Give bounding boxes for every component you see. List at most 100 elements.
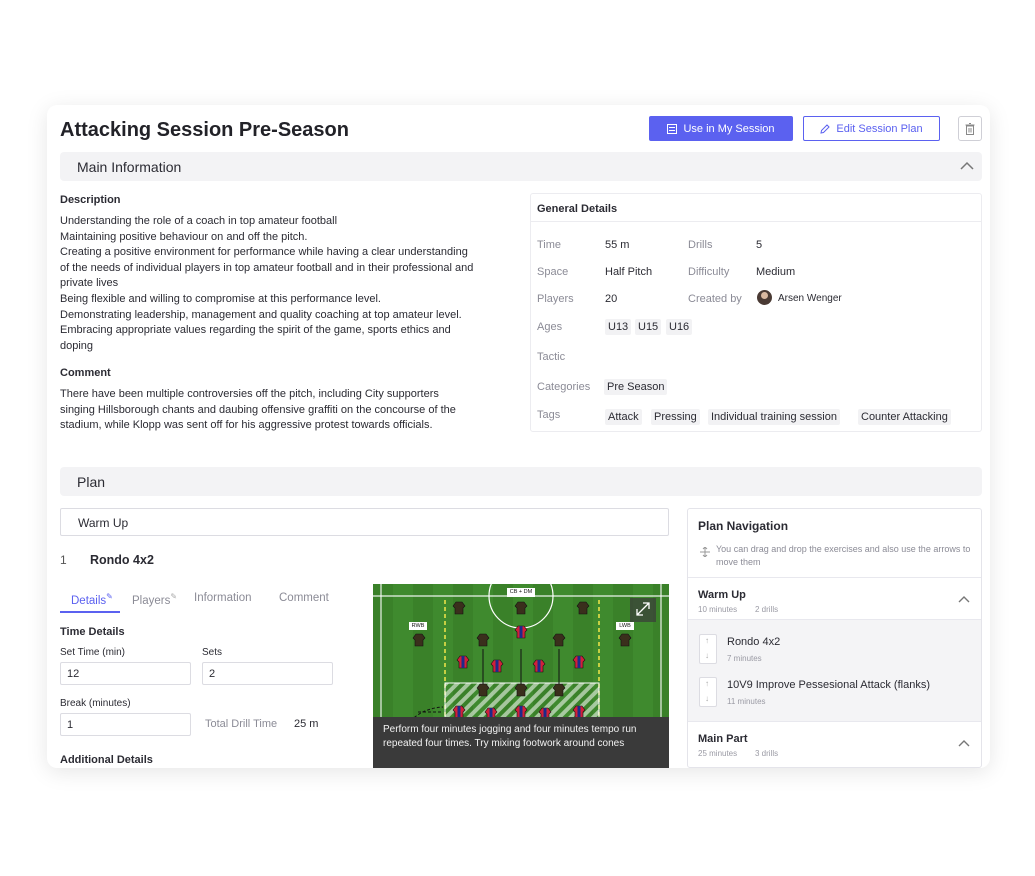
trash-icon	[965, 122, 975, 135]
arrow-up-icon[interactable]: ↑	[705, 636, 709, 645]
use-in-my-session-button[interactable]: Use in My Session	[649, 116, 793, 141]
player-figure	[552, 633, 566, 647]
break-label: Break (minutes)	[60, 698, 131, 709]
tab-comment-label: Comment	[279, 592, 329, 604]
created-by-value[interactable]: Arsen Wenger	[778, 293, 842, 304]
plan-header: Plan	[60, 467, 982, 496]
drill-diagram[interactable]: CB + DM RWB LWB Perform four minutes jog…	[373, 584, 669, 768]
session-plan-card: Attacking Session Pre-Season Use in My S…	[47, 105, 990, 768]
tab-comment[interactable]: Comment	[279, 592, 329, 604]
drills-value: 5	[756, 239, 763, 251]
time-label: Time	[537, 239, 562, 251]
general-details-panel: General Details Time 55 m Drills 5 Space…	[530, 193, 982, 432]
description-line: Understanding the role of a coach in top…	[60, 215, 338, 227]
total-drill-time-label: Total Drill Time	[205, 718, 278, 730]
player-figure	[412, 633, 426, 647]
edit-session-plan-button[interactable]: Edit Session Plan	[803, 116, 940, 141]
description-line: doping	[60, 339, 94, 352]
nav-group-title[interactable]: Main Part	[698, 733, 748, 745]
nav-group-minutes: 10 minutes	[698, 605, 738, 614]
main-information-header[interactable]: Main Information	[60, 152, 982, 181]
player-figure	[618, 633, 632, 647]
player-figure	[490, 659, 504, 673]
nav-drill-minutes: 7 minutes	[727, 654, 762, 663]
nav-drill-title[interactable]: 10V9 Improve Pessesional Attack (flanks)	[727, 679, 930, 691]
categories-label: Categories	[537, 381, 591, 393]
players-label: Players	[537, 293, 574, 305]
ages-label: Ages	[537, 321, 563, 333]
drill-caption: Perform four minutes jogging and four mi…	[373, 717, 669, 768]
avatar	[757, 290, 772, 305]
description-line: Creating a positive environment for perf…	[60, 246, 468, 259]
nav-group-drills: 2 drills	[755, 605, 779, 614]
tag-chip: Individual training session	[708, 409, 840, 425]
tag-chip: Pressing	[651, 409, 700, 425]
player-figure	[476, 633, 490, 647]
comment-line: There have been multiple controversies o…	[60, 388, 439, 400]
created-by-label: Created by	[688, 293, 742, 305]
plan-navigation-title: Plan Navigation	[698, 519, 789, 533]
description-line: Being flexible and willing to compromise…	[60, 292, 381, 305]
comment-text: There have been multiple controversies o…	[60, 387, 520, 434]
chevron-up-icon[interactable]	[958, 595, 970, 603]
chevron-up-icon[interactable]	[960, 161, 974, 170]
category-chip: Pre Season	[604, 379, 668, 395]
set-time-field[interactable]: 12	[60, 662, 191, 685]
pencil-icon: ✎	[170, 592, 178, 601]
reorder-arrows[interactable]: ↑ ↓	[699, 634, 717, 664]
total-drill-time-value: 25 m	[294, 718, 319, 730]
tab-players-label: Players	[132, 594, 171, 607]
drill-number: 1	[60, 553, 67, 567]
arrow-down-icon[interactable]: ↓	[705, 694, 709, 703]
caption-line: repeated four times. Try mixing footwork…	[383, 738, 625, 749]
tab-information[interactable]: Information	[194, 592, 252, 604]
arrow-up-icon[interactable]: ↑	[705, 679, 709, 688]
player-figure	[514, 601, 528, 615]
set-time-label: Set Time (min)	[60, 647, 126, 658]
difficulty-label: Difficulty	[688, 266, 730, 278]
tab-details-label: Details	[71, 594, 107, 607]
tag-chip: Attack	[605, 409, 642, 425]
player-figure	[452, 601, 466, 615]
active-tab-indicator	[60, 611, 120, 613]
tactic-label: Tactic	[537, 351, 566, 363]
comment-label: Comment	[60, 367, 111, 379]
sets-label: Sets	[202, 647, 223, 658]
main-information-title: Main Information	[77, 158, 182, 175]
nav-drill-title[interactable]: Rondo 4x2	[727, 636, 780, 648]
description-text: Understanding the role of a coach in top…	[60, 214, 520, 354]
age-chip: U15	[635, 319, 662, 335]
warm-up-group[interactable]: Warm Up	[60, 508, 669, 536]
divider	[688, 577, 981, 578]
nav-drill-minutes: 11 minutes	[727, 697, 766, 706]
session-icon	[667, 123, 678, 134]
delete-button[interactable]	[958, 116, 982, 141]
description-label: Description	[60, 194, 121, 206]
age-chip: U16	[666, 319, 693, 335]
additional-details-label: Additional Details	[60, 754, 153, 766]
plan-navigation-hint: You can drag and drop the exercises and …	[716, 544, 971, 567]
arrow-down-icon[interactable]: ↓	[705, 651, 709, 660]
difficulty-value: Medium	[756, 266, 796, 278]
player-figure	[576, 601, 590, 615]
plan-title: Plan	[77, 473, 106, 490]
break-field[interactable]: 1	[60, 713, 191, 736]
expand-icon[interactable]	[630, 598, 656, 622]
drills-label: Drills	[688, 239, 713, 251]
players-value: 20	[605, 293, 618, 305]
space-label: Space	[537, 266, 569, 278]
comment-line: stadium, while Klopp was sent off for hi…	[60, 419, 433, 432]
tab-players[interactable]: Players✎	[132, 592, 177, 607]
reorder-arrows[interactable]: ↑ ↓	[699, 677, 717, 707]
pencil-icon	[820, 123, 831, 134]
nav-group-title[interactable]: Warm Up	[698, 589, 746, 601]
space-value: Half Pitch	[605, 266, 653, 278]
description-line: of the needs of individual players in to…	[60, 261, 474, 274]
chevron-up-icon[interactable]	[958, 739, 970, 747]
page-title: Attacking Session Pre-Season	[60, 119, 349, 141]
nav-group-minutes: 25 minutes	[698, 749, 738, 758]
sets-field[interactable]: 2	[202, 662, 333, 685]
pencil-icon: ✎	[106, 592, 113, 601]
tab-details[interactable]: Details✎	[71, 592, 113, 607]
drill-title: Rondo 4x2	[90, 553, 154, 567]
